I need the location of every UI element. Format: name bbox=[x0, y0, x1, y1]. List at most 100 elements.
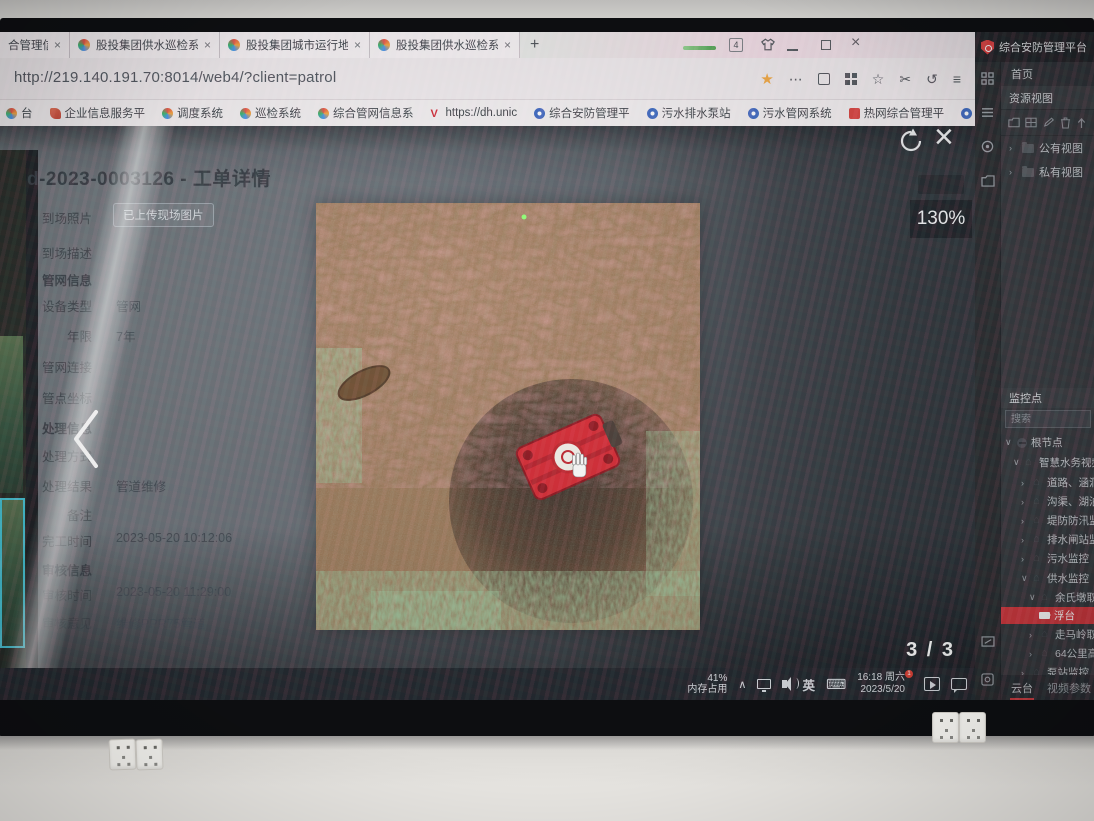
tree-item-zoumaling-intake[interactable]: › ⌂ 走马岭取水 bbox=[1001, 626, 1094, 643]
bookmark-item[interactable]: Vhttps://dh.unic bbox=[431, 107, 518, 119]
tree-item-floating-platform-selected[interactable]: 浮台 bbox=[1001, 607, 1094, 624]
trash-icon[interactable] bbox=[1060, 117, 1071, 129]
bookmark-item[interactable]: 调度系统 bbox=[162, 105, 223, 121]
tab-city-gis[interactable]: 股投集团城市运行地理信息系 × bbox=[220, 32, 370, 58]
list-icon[interactable] bbox=[981, 107, 994, 118]
bookmark-item[interactable]: 综合安防管理平 bbox=[534, 105, 630, 121]
tab-close-icon[interactable]: × bbox=[354, 39, 361, 51]
tab-close-icon[interactable]: × bbox=[504, 39, 511, 51]
tree-item-64km-station[interactable]: › ⌂ 64公里高 bbox=[1001, 645, 1094, 662]
tab-water-patrol-2[interactable]: 股投集团供水巡检系统 × bbox=[370, 32, 520, 58]
camera-icon bbox=[1039, 612, 1050, 619]
globe-icon bbox=[961, 108, 972, 119]
bookmark-icon bbox=[162, 108, 173, 119]
new-tab-button[interactable]: + bbox=[530, 36, 539, 54]
tree-item-smart-water-video[interactable]: ∨ ⌂ 智慧水务视频 bbox=[1001, 454, 1094, 471]
edit-pencil-icon[interactable] bbox=[1043, 117, 1055, 128]
tab-ptz[interactable]: 云台 bbox=[1011, 680, 1033, 696]
tree-item-drainage-gates[interactable]: › ⌂ 排水闸站监 bbox=[1001, 531, 1094, 548]
tab-close-icon[interactable]: × bbox=[54, 39, 61, 51]
search-input[interactable] bbox=[1005, 410, 1091, 428]
favorites-list-icon[interactable]: ☆ bbox=[872, 71, 885, 88]
tree-item-yushidun-intake[interactable]: ∨ ⌂ 余氏墩取水 bbox=[1001, 589, 1094, 606]
history-undo-icon[interactable]: ↺ bbox=[926, 71, 938, 88]
memory-usage[interactable]: 41% 内存占用 bbox=[687, 673, 727, 696]
tab-group-pill bbox=[683, 46, 716, 50]
dashboard-grid-icon[interactable] bbox=[981, 72, 994, 85]
browser-window: 合管理信息系 × 股投集团供水巡检系统 × 股投集团城市运行地理信息系 × 股投… bbox=[0, 32, 975, 700]
screenshot-scissors-icon[interactable]: ✂ bbox=[899, 71, 911, 88]
tree-item-sewage-monitor[interactable]: › ⌂ 污水监控 bbox=[1001, 550, 1094, 567]
close-viewer-icon[interactable]: × bbox=[934, 126, 954, 157]
volume-icon[interactable] bbox=[782, 680, 787, 688]
home-icon: ⌂ bbox=[1041, 648, 1051, 659]
tree-item-root-node[interactable]: ∨ 根节点 bbox=[1001, 434, 1094, 451]
bookmark-item[interactable]: 企业信息服务平 bbox=[50, 105, 146, 121]
ime-indicator[interactable]: 英 bbox=[802, 675, 815, 694]
tree-item-flood-control[interactable]: › ⌂ 堤防防汛监 bbox=[1001, 512, 1094, 529]
bookmark-icon: V bbox=[431, 108, 442, 119]
keyboard-icon[interactable]: ⌨ bbox=[826, 676, 846, 693]
rotate-image-icon[interactable] bbox=[898, 128, 926, 154]
clock[interactable]: 16:18 周六 2023/5/20 1 bbox=[857, 672, 913, 696]
tree-item-ditches-lakes[interactable]: › ⌂ 沟渠、湖泊 bbox=[1001, 493, 1094, 510]
media-panel-icon[interactable] bbox=[924, 677, 940, 691]
address-bar[interactable]: http://219.140.191.70:8014/web4/?client=… bbox=[14, 69, 336, 86]
favorite-star-icon[interactable]: ★ bbox=[760, 70, 773, 88]
tab-water-patrol-1[interactable]: 股投集团供水巡检系统 × bbox=[70, 32, 220, 58]
bookmark-item[interactable]: 污水排水泵站 bbox=[647, 105, 731, 121]
camera-thumb[interactable] bbox=[0, 336, 23, 493]
new-view-icon[interactable] bbox=[1025, 117, 1037, 128]
previous-image-arrow[interactable] bbox=[68, 408, 102, 470]
screen-share-icon[interactable] bbox=[981, 636, 995, 647]
bookmark-icon bbox=[318, 108, 329, 119]
chevron-right-icon: › bbox=[1029, 649, 1037, 659]
panel-divider bbox=[26, 150, 38, 668]
new-folder-icon[interactable] bbox=[1008, 117, 1020, 128]
close-button[interactable]: × bbox=[851, 34, 860, 52]
upload-arrow-icon[interactable] bbox=[1076, 117, 1087, 129]
tree-item-public-views[interactable]: › 公有视图 bbox=[1001, 136, 1094, 160]
tray-caret-icon[interactable]: ∧ bbox=[738, 678, 746, 691]
bookmark-item[interactable]: 热网综合管理平 bbox=[849, 105, 945, 121]
uploaded-photos-button[interactable]: 已上传现场图片 bbox=[113, 203, 214, 227]
menu-icon[interactable]: ≡ bbox=[953, 71, 961, 87]
bookmark-item[interactable]: 巡检系统 bbox=[240, 105, 301, 121]
settings-box-icon[interactable] bbox=[981, 673, 994, 686]
security-platform-panel: 综合安防管理平台 首页 资源视图 bbox=[975, 32, 1094, 700]
chevron-right-icon: › bbox=[1021, 554, 1029, 564]
skin-icon[interactable] bbox=[761, 38, 775, 51]
tab-management-info[interactable]: 合管理信息系 × bbox=[0, 32, 70, 58]
tab-video-params[interactable]: 视频参数 bbox=[1047, 680, 1091, 696]
globe-icon bbox=[647, 108, 658, 119]
more-icon[interactable]: ⋯ bbox=[789, 71, 803, 88]
notification-center-icon[interactable] bbox=[951, 678, 967, 690]
tree-item-roads-culverts[interactable]: › ⌂ 道路、涵洞 bbox=[1001, 474, 1094, 491]
download-badge[interactable]: 4 bbox=[729, 38, 743, 52]
bookmark-icon bbox=[240, 108, 251, 119]
camera-thumb-selected[interactable] bbox=[0, 498, 25, 648]
tab-favicon bbox=[228, 39, 240, 51]
image-page-indicator: 3 / 3 bbox=[906, 639, 955, 662]
dimmed-button[interactable] bbox=[918, 175, 964, 194]
globe-icon bbox=[748, 108, 759, 119]
folder-icon[interactable] bbox=[981, 175, 995, 187]
chevron-right-icon: › bbox=[1021, 535, 1029, 545]
target-icon[interactable] bbox=[981, 140, 994, 153]
home-icon: ⌂ bbox=[1033, 515, 1043, 526]
tab-home[interactable]: 首页 bbox=[1001, 62, 1094, 86]
bookmark-item[interactable]: 污水管网系统 bbox=[748, 105, 832, 121]
bookmark-item[interactable]: 综合管网信息系 bbox=[318, 105, 414, 121]
tree-item-private-views[interactable]: › 私有视图 bbox=[1001, 160, 1094, 184]
tab-close-icon[interactable]: × bbox=[204, 39, 211, 51]
network-icon[interactable] bbox=[757, 679, 771, 689]
home-icon: ⌂ bbox=[1033, 477, 1043, 488]
maximize-button[interactable] bbox=[821, 40, 831, 50]
apps-grid-icon[interactable] bbox=[845, 73, 857, 85]
bookmark-item[interactable]: 台 bbox=[6, 105, 33, 121]
minimize-button[interactable] bbox=[787, 49, 798, 51]
tree-item-water-supply-monitor[interactable]: ∨ ⌂ 供水监控 bbox=[1001, 570, 1094, 587]
reader-mode-icon[interactable] bbox=[818, 73, 830, 85]
site-photo[interactable] bbox=[316, 203, 700, 630]
home-icon: ⌂ bbox=[1041, 629, 1051, 640]
